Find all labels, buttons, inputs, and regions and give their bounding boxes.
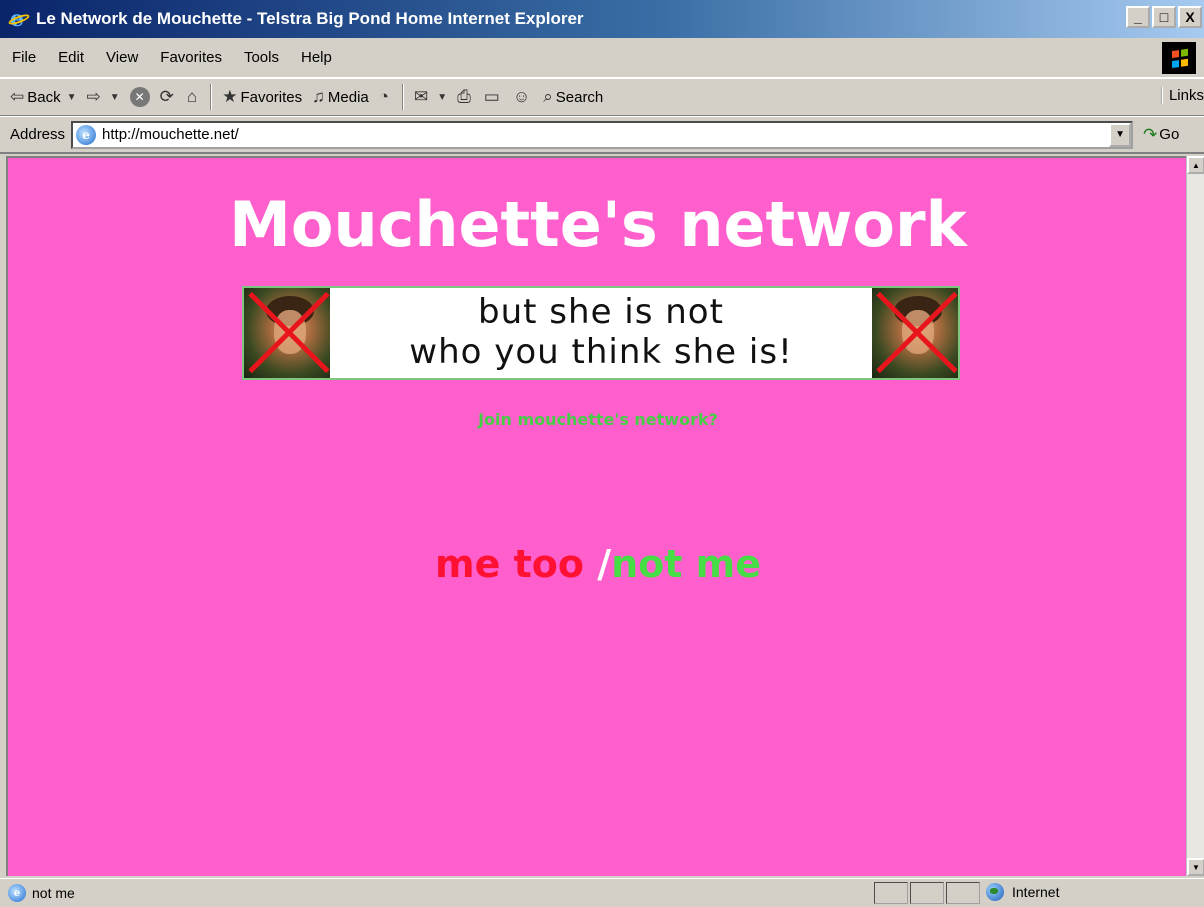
- me-too-link[interactable]: me too: [435, 542, 584, 586]
- search-icon: ⌕: [543, 87, 553, 106]
- page-favicon-icon: e: [76, 124, 97, 145]
- stop-icon: ✕: [129, 87, 150, 107]
- minimize-button[interactable]: _: [1126, 6, 1150, 28]
- back-button[interactable]: ⇦ Back ▼: [10, 87, 77, 107]
- scroll-down-arrow-icon[interactable]: ▼: [1187, 858, 1204, 876]
- address-dropdown-icon[interactable]: ▼: [1109, 122, 1132, 147]
- home-button[interactable]: ⌂: [187, 87, 200, 107]
- status-panes: [874, 882, 982, 904]
- banner-text: but she is not who you think she is!: [330, 292, 872, 372]
- print-button[interactable]: ⎙: [457, 87, 474, 107]
- choice-links: me too /not me: [8, 542, 1186, 586]
- favorites-button[interactable]: ★ Favorites: [222, 87, 302, 107]
- address-url[interactable]: http://mouchette.net/: [102, 126, 239, 143]
- back-arrow-icon: ⇦: [10, 87, 25, 106]
- forward-arrow-icon: ⇨: [86, 87, 101, 106]
- page-viewport: Mouchette's network but she is not who y…: [6, 156, 1186, 876]
- refresh-icon: ⟳: [159, 87, 174, 106]
- vertical-scrollbar[interactable]: ▲ ▼: [1186, 156, 1204, 876]
- title-bar: e Le Network de Mouchette - Telstra Big …: [0, 0, 1204, 38]
- stop-button[interactable]: ✕: [129, 87, 150, 107]
- banner-image: but she is not who you think she is!: [242, 286, 960, 380]
- windows-logo-icon: [1162, 42, 1196, 74]
- banner-line-1: but she is not: [478, 292, 724, 332]
- window-title: Le Network de Mouchette - Telstra Big Po…: [36, 9, 584, 28]
- status-pane: [946, 882, 980, 904]
- scroll-up-arrow-icon[interactable]: ▲: [1187, 156, 1204, 174]
- go-button[interactable]: ↷ Go: [1143, 125, 1179, 145]
- status-text: not me: [32, 885, 75, 901]
- page-status-icon: e: [8, 884, 26, 902]
- menu-favorites[interactable]: Favorites: [160, 49, 222, 66]
- status-pane: [910, 882, 944, 904]
- address-bar: Address e http://mouchette.net/ ▼ ↷ Go: [0, 116, 1204, 154]
- menu-file[interactable]: File: [12, 49, 36, 66]
- menu-bar: File Edit View Favorites Tools Help: [0, 38, 1204, 78]
- status-bar: e not me Internet: [0, 878, 1204, 907]
- mail-button[interactable]: ✉ ▼: [414, 87, 447, 107]
- edit-button[interactable]: ▭: [484, 87, 503, 107]
- address-label: Address: [10, 126, 66, 143]
- menu-edit[interactable]: Edit: [58, 49, 84, 66]
- edit-icon: ▭: [483, 87, 500, 106]
- banner-line-2: who you think she is!: [409, 332, 793, 372]
- favorites-icon: ★: [222, 87, 238, 106]
- toolbar-separator: [402, 84, 405, 110]
- standard-toolbar: ⇦ Back ▼ ⇨ ▼ ✕ ⟳ ⌂ ★ Favorites ♫ Media ◔…: [0, 78, 1204, 116]
- window-controls: _ □ X: [1126, 6, 1204, 28]
- zone-label: Internet: [1012, 884, 1060, 900]
- go-arrow-icon: ↷: [1143, 124, 1158, 144]
- messenger-icon: ☺: [512, 87, 531, 106]
- go-label: Go: [1159, 126, 1180, 143]
- forward-button[interactable]: ⇨ ▼: [87, 87, 120, 107]
- media-icon: ♫: [312, 87, 325, 106]
- page-title: Mouchette's network: [229, 188, 967, 261]
- internet-explorer-icon: e: [7, 6, 31, 32]
- join-network-link[interactable]: Join mouchette's network?: [8, 410, 1186, 429]
- home-icon: ⌂: [186, 87, 198, 106]
- mail-icon: ✉: [414, 87, 429, 106]
- media-button[interactable]: ♫ Media: [312, 87, 369, 107]
- favorites-label: Favorites: [240, 88, 303, 106]
- toolbar-separator: [210, 84, 213, 110]
- crossed-out-portrait-right: [872, 288, 958, 378]
- close-button[interactable]: X: [1178, 6, 1202, 28]
- print-icon: ⎙: [457, 87, 471, 106]
- not-me-link[interactable]: not me: [611, 542, 761, 586]
- refresh-button[interactable]: ⟳: [160, 87, 177, 107]
- media-label: Media: [327, 88, 369, 106]
- address-field[interactable]: e http://mouchette.net/ ▼: [71, 120, 1134, 149]
- maximize-button[interactable]: □: [1152, 6, 1176, 28]
- status-pane: [874, 882, 908, 904]
- history-button[interactable]: ◔: [379, 87, 392, 107]
- back-dropdown-icon[interactable]: ▼: [67, 92, 77, 103]
- menu-tools[interactable]: Tools: [244, 49, 279, 66]
- forward-dropdown-icon[interactable]: ▼: [110, 92, 120, 103]
- choice-separator: /: [583, 542, 612, 586]
- search-label: Search: [555, 88, 604, 106]
- mail-dropdown-icon[interactable]: ▼: [437, 92, 447, 103]
- menu-view[interactable]: View: [106, 49, 138, 66]
- history-icon: ◔: [378, 87, 390, 106]
- security-zone: Internet: [986, 883, 1059, 901]
- messenger-button[interactable]: ☺: [513, 87, 533, 107]
- internet-globe-icon: [986, 883, 1004, 901]
- crossed-out-portrait-left: [244, 288, 330, 378]
- menu-help[interactable]: Help: [301, 49, 332, 66]
- search-button[interactable]: ⌕ Search: [543, 87, 603, 107]
- links-button[interactable]: Links: [1160, 87, 1204, 104]
- back-label: Back: [27, 88, 61, 106]
